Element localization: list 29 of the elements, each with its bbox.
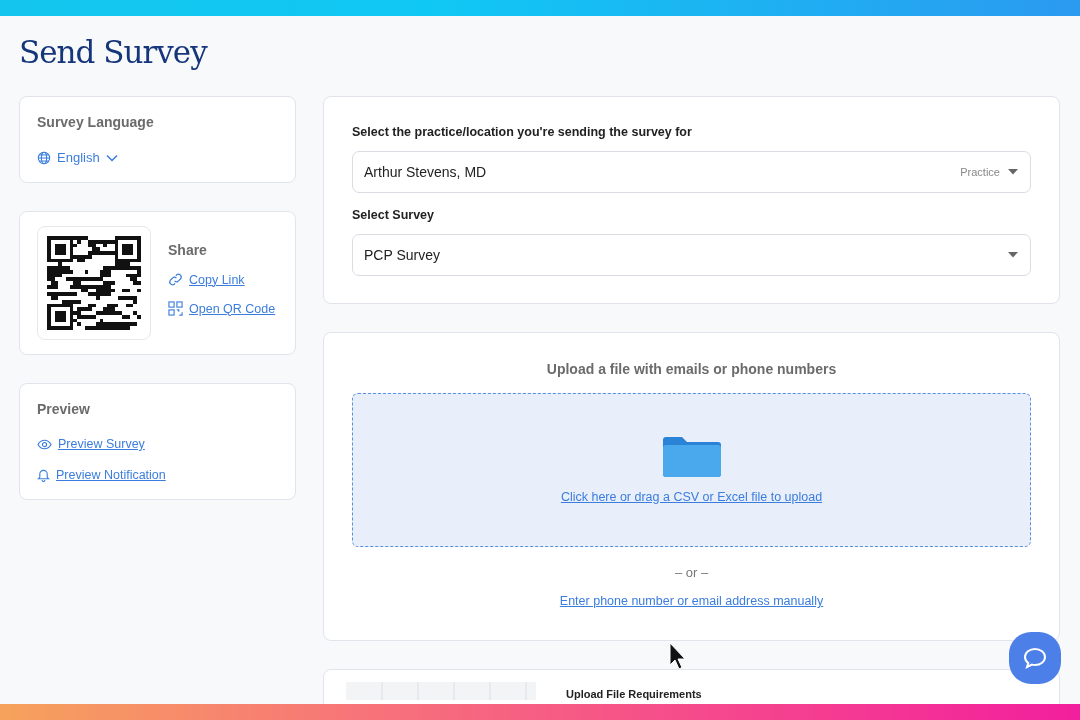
requirements-heading: Upload File Requirements	[566, 688, 702, 700]
globe-icon	[37, 150, 51, 165]
eye-icon	[37, 438, 52, 450]
card-heading: Preview	[37, 401, 91, 417]
preview-link[interactable]: Preview Notification	[56, 468, 166, 482]
language-dropdown[interactable]: English	[37, 150, 118, 165]
upload-heading: Upload a file with emails or phone numbers	[546, 361, 837, 377]
caret-icon	[1008, 169, 1018, 175]
qr-icon	[168, 301, 183, 316]
caret-icon	[1008, 252, 1018, 258]
manual-entry-link[interactable]: Enter phone number or email address manually	[559, 594, 824, 608]
preview-link[interactable]: Preview Survey	[58, 437, 145, 451]
page-title: Send Survey	[19, 34, 209, 72]
card-heading: Share	[168, 242, 208, 258]
field-label: Select the practice/location you're sending the survey for	[352, 125, 693, 139]
chevron-down-icon	[105, 153, 118, 162]
or-separator: – or –	[674, 565, 709, 580]
select-field[interactable]: PCP Survey	[352, 234, 1031, 276]
link-icon	[168, 272, 183, 287]
select-field[interactable]: Arthur Stevens, MD Practice	[352, 151, 1031, 193]
speech-bubble-icon	[1023, 647, 1047, 669]
bell-icon	[37, 468, 50, 482]
upload-link[interactable]: Click here or drag a CSV or Excel file to upload	[560, 490, 823, 504]
card-heading: Survey Language	[37, 114, 155, 130]
share-link[interactable]: Open QR Code	[189, 301, 276, 316]
field-label: Select Survey	[352, 208, 435, 222]
folder-icon	[660, 436, 723, 478]
drop-zone[interactable]: Click here or drag a CSV or Excel file to upload	[352, 393, 1031, 547]
share-link[interactable]: Copy Link	[189, 272, 245, 287]
